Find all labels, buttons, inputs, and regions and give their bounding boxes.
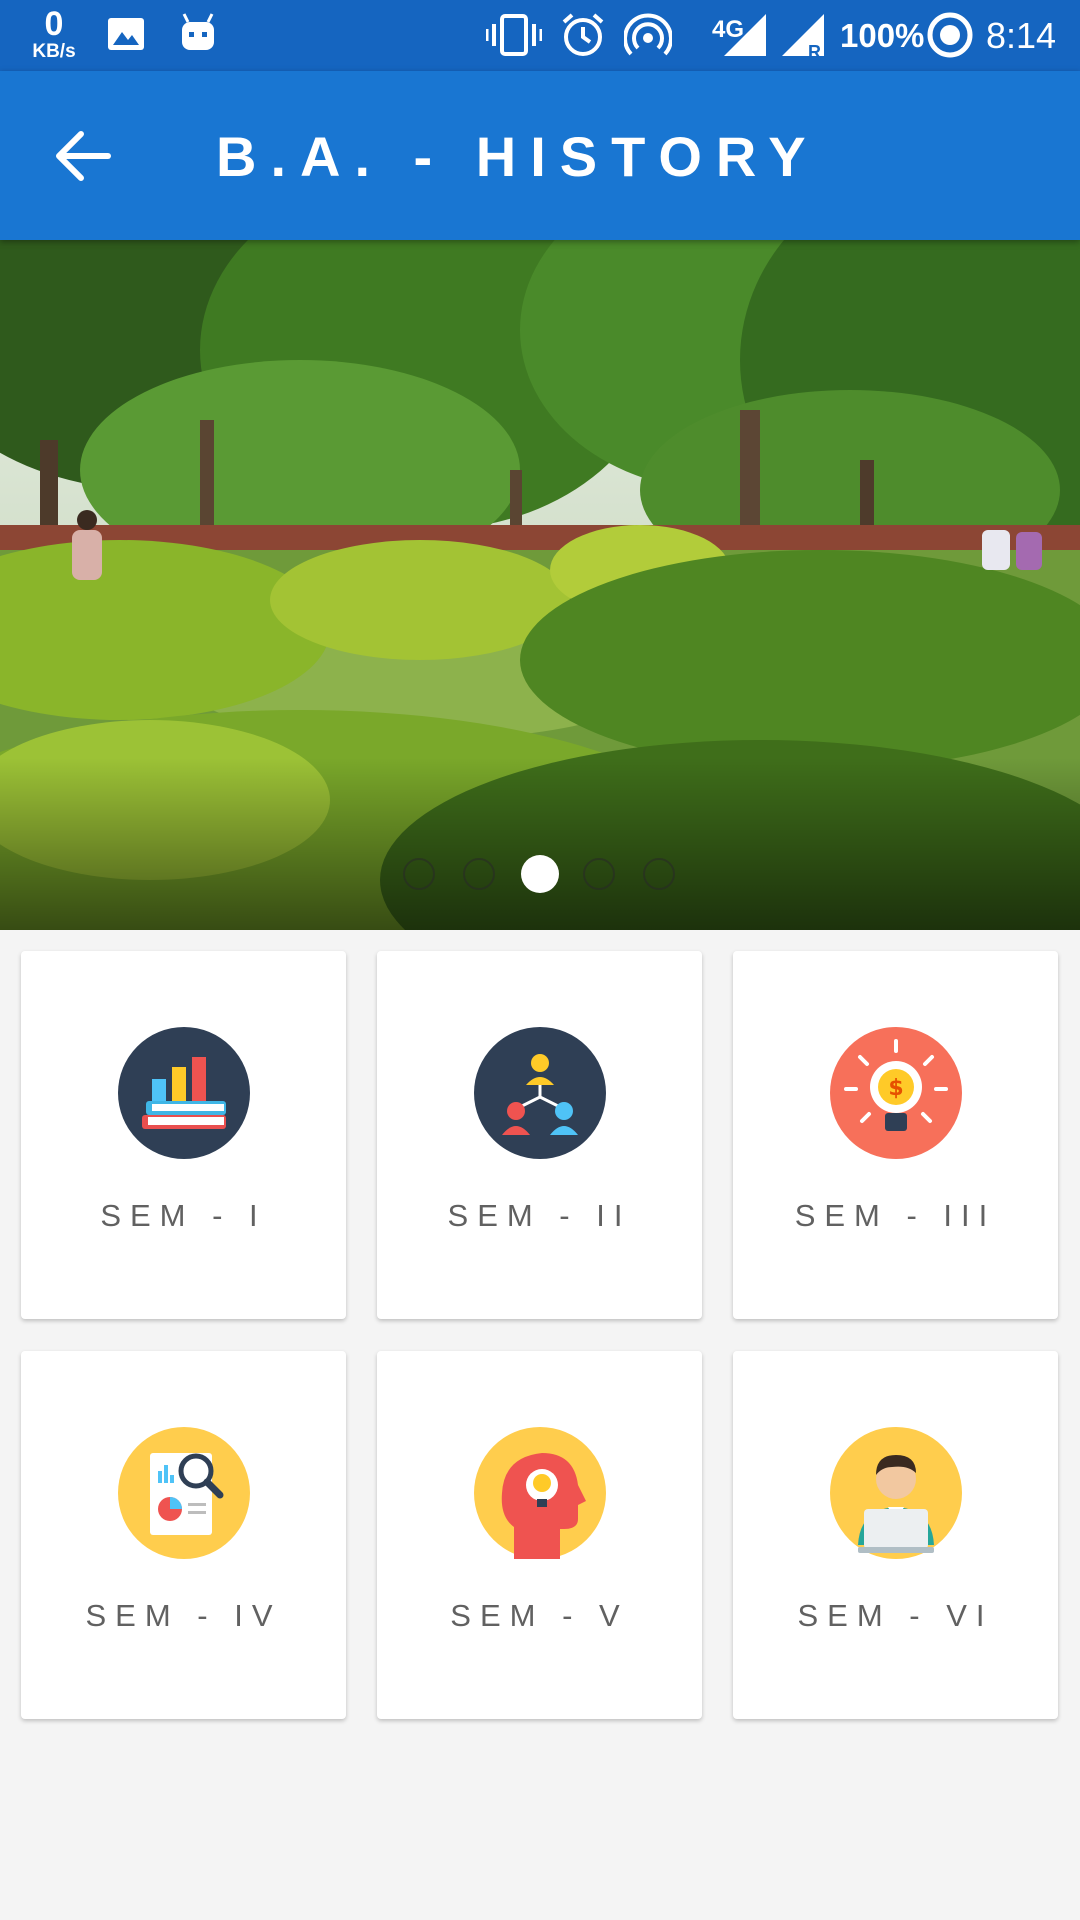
semester-card-4[interactable]: SEM - IV: [21, 1351, 346, 1719]
carousel-dot-2[interactable]: [463, 858, 495, 890]
lightbulb-dollar-icon: $: [830, 1027, 962, 1159]
signal-icon: [724, 14, 766, 56]
semester-label: SEM - V: [450, 1598, 629, 1633]
net-speed-unit: KB/s: [32, 41, 76, 62]
carousel-dot-5[interactable]: [643, 858, 675, 890]
clock: 8:14: [986, 15, 1057, 56]
alarm-icon: [562, 13, 604, 56]
arrow-left-icon[interactable]: [50, 126, 120, 186]
battery-saver-icon: [927, 12, 973, 58]
semester-label: SEM - II: [447, 1198, 632, 1233]
net-speed-value: 0: [44, 5, 64, 43]
semester-label: SEM - IV: [85, 1598, 282, 1633]
team-hierarchy-icon: [474, 1027, 606, 1159]
android-debug-icon: [182, 13, 214, 50]
head-idea-icon: [474, 1427, 606, 1559]
net-speed-indicator: 0 KB/s: [26, 6, 82, 62]
carousel-dot-4[interactable]: [583, 858, 615, 890]
roaming-indicator: R: [808, 42, 821, 62]
semester-card-2[interactable]: SEM - II: [377, 951, 702, 1319]
semester-card-6[interactable]: SEM - VI: [733, 1351, 1058, 1719]
page-title: B.A. - HISTORY: [216, 125, 820, 188]
semester-card-3[interactable]: $ SEM - III: [733, 951, 1058, 1319]
semester-label: SEM - III: [794, 1198, 997, 1233]
semester-label: SEM - VI: [797, 1598, 994, 1633]
person-laptop-icon: [830, 1427, 962, 1559]
status-bar: 0 KB/s 4G R 100% 8:14: [0, 0, 1080, 71]
report-magnifier-icon: [118, 1427, 250, 1559]
semester-card-5[interactable]: SEM - V: [377, 1351, 702, 1719]
svg-text:$: $: [888, 1076, 903, 1101]
campus-garden-image: [0, 240, 1080, 930]
image-icon: [108, 18, 144, 50]
carousel-indicator: [0, 855, 1080, 894]
carousel-dot-3[interactable]: [521, 855, 559, 893]
semester-card-1[interactable]: SEM - I: [21, 951, 346, 1319]
semester-label: SEM - I: [100, 1198, 267, 1233]
app-bar: B.A. - HISTORY: [0, 71, 1080, 240]
carousel-dot-1[interactable]: [403, 858, 435, 890]
books-chart-icon: [118, 1027, 250, 1159]
banner-carousel[interactable]: [0, 240, 1080, 930]
hotspot-icon: [624, 13, 672, 56]
vibrate-icon: [486, 14, 542, 56]
battery-percent: 100%: [840, 17, 925, 54]
